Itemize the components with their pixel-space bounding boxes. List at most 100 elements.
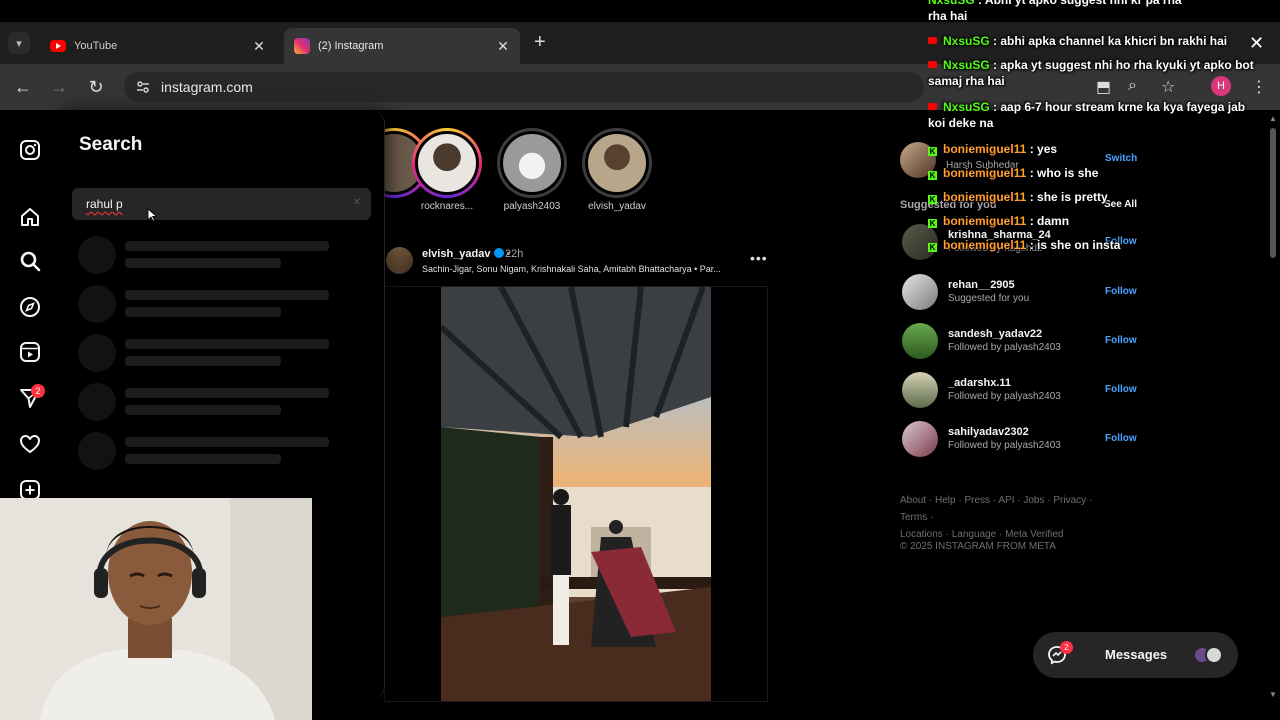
follow-button[interactable]: Follow: [1105, 384, 1137, 395]
chat-username: NxsuSG: [928, 0, 975, 7]
search-icon[interactable]: [19, 250, 41, 272]
url-text: instagram.com: [161, 79, 253, 95]
story-avatar: [585, 131, 649, 195]
search-result-placeholder: [78, 432, 338, 472]
kick-chat-icon: K: [928, 195, 937, 204]
story-item[interactable]: rocknares...: [407, 128, 487, 212]
tab-youtube[interactable]: YouTube ✕: [40, 28, 276, 64]
story-avatar: [415, 131, 479, 195]
suggestion-avatar[interactable]: [902, 323, 938, 359]
story-item[interactable]: palyash2403: [492, 128, 572, 212]
post-image[interactable]: [441, 287, 711, 701]
more-options-icon[interactable]: •••: [750, 250, 768, 266]
chat-message: Kboniemiguel11 : she is pretty: [928, 189, 1258, 205]
kick-chat-icon: K: [928, 171, 937, 180]
story-username: elvish_yadav: [588, 201, 646, 212]
instagram-logo-icon[interactable]: [19, 139, 41, 161]
youtube-chat-icon: [928, 37, 937, 44]
site-settings-icon[interactable]: [136, 80, 150, 94]
post-username[interactable]: elvish_yadav •: [422, 248, 510, 260]
scroll-up-arrow-icon[interactable]: ▲: [1269, 114, 1277, 123]
follow-button[interactable]: Follow: [1105, 335, 1137, 346]
post-author-avatar[interactable]: [386, 247, 413, 274]
chat-username: boniemiguel11: [943, 166, 1027, 180]
story-username: palyash2403: [503, 201, 561, 212]
chat-message: Kboniemiguel11 : damn: [928, 213, 1258, 229]
webcam-person-illustration: [0, 498, 312, 720]
message-avatar: [1205, 646, 1223, 664]
chat-username: NxsuSG: [943, 100, 990, 114]
chat-text: : yes: [1026, 142, 1058, 156]
messages-badge: 2: [1060, 641, 1073, 654]
suggestion-reason: Followed by palyash2403: [948, 391, 1061, 402]
story-ring: [412, 128, 482, 198]
back-arrow-icon[interactable]: ←: [12, 76, 34, 98]
new-tab-plus-icon[interactable]: +: [534, 32, 546, 52]
mouse-pointer-icon: [147, 208, 157, 222]
tab-instagram[interactable]: (2) Instagram ✕: [284, 28, 520, 64]
post-photo-illustration: [441, 287, 711, 701]
chat-username: NxsuSG: [943, 58, 990, 72]
close-tab-icon[interactable]: ✕: [496, 38, 510, 55]
post-audio-credits[interactable]: Sachin-Jigar, Sonu Nigam, Krishnakali Sa…: [422, 264, 742, 274]
home-icon[interactable]: [19, 206, 41, 228]
footer-links-line[interactable]: About · Help · Press · API · Jobs · Priv…: [900, 492, 1120, 526]
tab-title: (2) Instagram: [318, 40, 384, 52]
instagram-icon: [294, 38, 310, 54]
reload-icon[interactable]: ↻: [85, 76, 107, 98]
search-result-placeholder: [78, 236, 338, 276]
suggestion-reason: Followed by palyash2403: [948, 440, 1061, 451]
webcam-overlay: [0, 498, 312, 720]
scroll-down-arrow-icon[interactable]: ▼: [1269, 690, 1277, 699]
story-item[interactable]: elvish_yadav: [577, 128, 657, 212]
clear-search-icon[interactable]: ✕: [353, 197, 361, 208]
chat-username: boniemiguel11: [943, 142, 1027, 156]
address-bar[interactable]: instagram.com: [124, 72, 924, 102]
story-username: rocknares...: [420, 201, 474, 212]
reels-icon[interactable]: [19, 341, 41, 363]
suggestion-username[interactable]: _adarshx.11: [948, 377, 1011, 389]
close-tab-icon[interactable]: ✕: [252, 38, 266, 55]
chat-message: NxsuSG : Abhi yt apko suggest nhi kr pa …: [928, 0, 1258, 8]
copyright-text: © 2025 INSTAGRAM FROM META: [900, 541, 1056, 552]
messages-button[interactable]: 2 Messages: [1033, 632, 1238, 678]
search-panel-title: Search: [79, 134, 143, 155]
tab-search-chevron-icon[interactable]: ▾: [8, 32, 30, 54]
suggestion-avatar[interactable]: [902, 274, 938, 310]
verified-badge-icon: [493, 248, 504, 258]
follow-button[interactable]: Follow: [1105, 286, 1137, 297]
chat-message: NxsuSG : abhi apka channel ka khicri bn …: [928, 33, 1258, 49]
suggestion-row: sandesh_yadav22 Followed by palyash2403 …: [902, 323, 1142, 361]
chat-username: boniemiguel11: [943, 238, 1027, 252]
youtube-chat-icon: [928, 61, 937, 68]
close-chat-icon[interactable]: ✕: [1249, 33, 1264, 54]
suggestion-avatar[interactable]: [902, 372, 938, 408]
notification-badge: 2: [31, 384, 45, 398]
messages-label: Messages: [1105, 647, 1168, 662]
story-ring: [497, 128, 567, 198]
suggestion-row: rehan__2905 Suggested for you Follow: [902, 274, 1142, 312]
forward-arrow-icon[interactable]: →: [48, 76, 70, 98]
suggestion-username[interactable]: rehan__2905: [948, 279, 1015, 291]
search-result-placeholder: [78, 383, 338, 423]
footer-links[interactable]: About · Help · Press · API · Jobs · Priv…: [900, 492, 1120, 543]
suggestion-username[interactable]: sahilyadav2302: [948, 426, 1029, 438]
post-username-text: elvish_yadav: [422, 248, 491, 260]
suggestion-avatar[interactable]: [902, 421, 938, 457]
follow-button[interactable]: Follow: [1105, 433, 1137, 444]
chat-username: NxsuSG: [943, 34, 990, 48]
heart-icon[interactable]: [19, 433, 41, 455]
tab-title: YouTube: [74, 40, 118, 52]
chat-message: Kboniemiguel11 : yes: [928, 141, 1258, 157]
kick-chat-icon: K: [928, 219, 937, 228]
suggestion-username[interactable]: sandesh_yadav22: [948, 328, 1042, 340]
chat-text: : she is pretty: [1026, 190, 1108, 204]
chat-message: NxsuSG : aap 6-7 hour stream krne ka kya…: [928, 99, 1258, 131]
explore-compass-icon[interactable]: [19, 296, 41, 318]
kick-chat-icon: K: [928, 147, 937, 156]
chat-text: : is she on insta: [1026, 238, 1121, 252]
scrollbar-thumb[interactable]: [1270, 128, 1276, 258]
chat-text: : damn: [1026, 214, 1070, 228]
suggestion-row: sahilyadav2302 Followed by palyash2403 F…: [902, 421, 1142, 459]
search-input[interactable]: rahul p ✕: [72, 188, 371, 220]
